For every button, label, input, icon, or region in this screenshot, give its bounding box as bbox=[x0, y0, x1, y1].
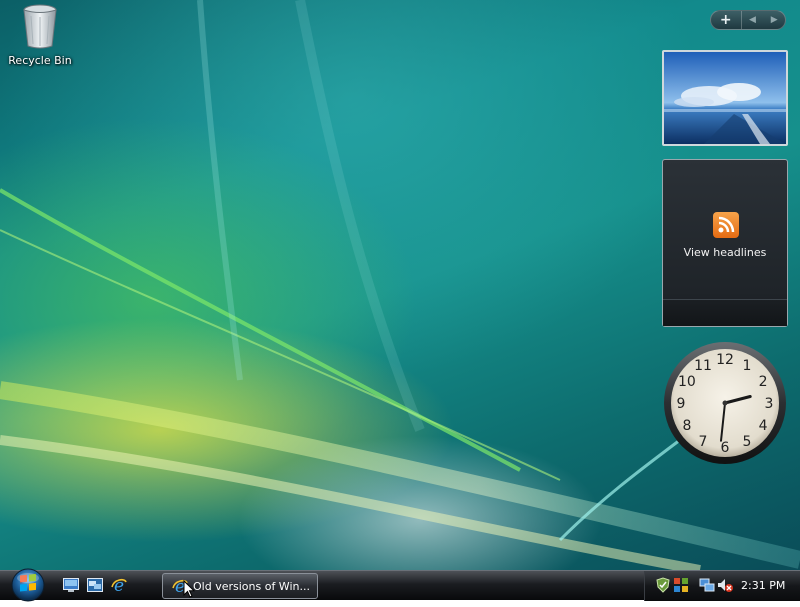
switch-windows-icon bbox=[87, 578, 103, 592]
taskbar: e e Old versions of Win... 2:31 PM bbox=[0, 567, 800, 603]
windows-start-orb-icon bbox=[11, 568, 45, 602]
quick-launch: e bbox=[62, 575, 128, 597]
clock-numeral: 4 bbox=[759, 418, 768, 434]
clock-numeral: 6 bbox=[721, 440, 730, 456]
notification-area: 2:31 PM bbox=[644, 571, 800, 601]
clock-numeral: 2 bbox=[759, 374, 768, 390]
show-desktop-icon bbox=[63, 578, 79, 592]
clock-numeral: 11 bbox=[694, 358, 712, 374]
add-gadget-button[interactable]: + bbox=[711, 11, 742, 29]
clock-numeral: 9 bbox=[677, 396, 686, 412]
sidebar-controls: + ◀ ▶ bbox=[710, 10, 786, 30]
volume-muted-icon[interactable] bbox=[717, 577, 733, 593]
taskbar-clock[interactable]: 2:31 PM bbox=[741, 571, 785, 600]
switch-windows-button[interactable] bbox=[86, 575, 104, 595]
windows-defender-icon[interactable] bbox=[655, 577, 671, 593]
desktop-icon-recycle-bin[interactable]: Recycle Bin bbox=[4, 2, 76, 67]
network-icon[interactable] bbox=[699, 577, 715, 593]
clock-numeral: 7 bbox=[699, 434, 708, 450]
analog-clock-face: 12 12 3 45678 9 1011 bbox=[664, 342, 786, 464]
view-headlines-link[interactable]: View headlines bbox=[663, 246, 787, 259]
clock-gadget[interactable]: 12 1 2 3 4 5 6 7 8 9 10 11 bbox=[662, 340, 788, 466]
start-button[interactable] bbox=[6, 567, 50, 603]
show-desktop-button[interactable] bbox=[62, 575, 80, 595]
clock-numeral: 12 bbox=[716, 352, 734, 368]
taskbar-button-label: Old versions of Win... bbox=[193, 579, 310, 593]
mouse-cursor-icon bbox=[183, 580, 195, 598]
clock-numeral: 1 bbox=[743, 358, 752, 374]
clock-numeral: 10 bbox=[678, 374, 696, 390]
desktop-icon-label: Recycle Bin bbox=[8, 54, 72, 67]
clock-numeral: 8 bbox=[682, 418, 691, 434]
rss-icon bbox=[713, 212, 739, 238]
clock-numeral: 3 bbox=[765, 396, 774, 412]
recycle-bin-icon bbox=[23, 4, 57, 49]
slideshow-photo bbox=[664, 52, 786, 144]
clock-numeral: 5 bbox=[743, 434, 752, 450]
security-center-icon[interactable] bbox=[673, 577, 689, 593]
svg-text:e: e bbox=[114, 576, 124, 594]
feed-gadget-footer bbox=[663, 299, 787, 326]
desktop[interactable]: Recycle Bin + ◀ ▶ View headlines 12 1 2 … bbox=[0, 0, 800, 570]
next-page-button[interactable]: ▶ bbox=[763, 11, 785, 29]
internet-explorer-button[interactable]: e bbox=[110, 575, 128, 595]
prev-page-button[interactable]: ◀ bbox=[742, 11, 764, 29]
feed-headlines-gadget[interactable]: View headlines bbox=[662, 159, 788, 327]
slideshow-gadget[interactable] bbox=[662, 50, 788, 146]
internet-explorer-icon: e bbox=[111, 576, 127, 594]
